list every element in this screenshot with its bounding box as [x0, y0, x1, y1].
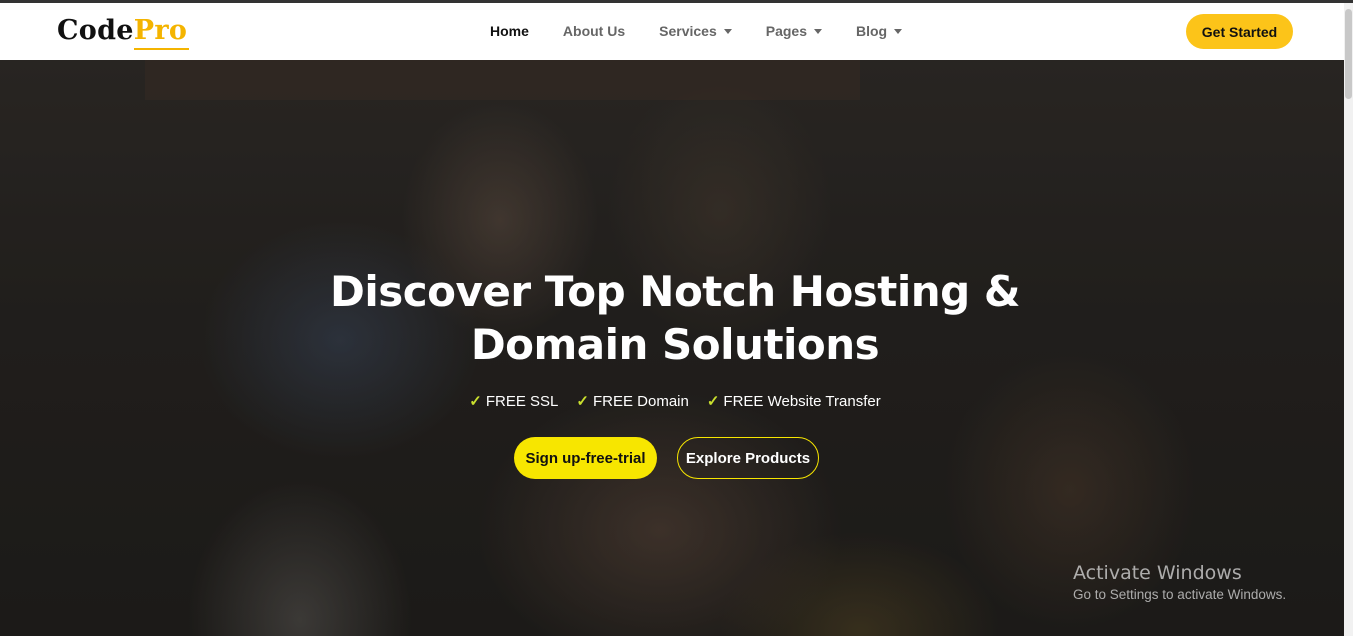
- feature-label: FREE SSL: [485, 392, 559, 410]
- nav-pages-label: Pages: [765, 23, 807, 39]
- explore-products-button[interactable]: Explore Products: [677, 437, 819, 479]
- signup-free-trial-button[interactable]: Sign up-free-trial: [514, 437, 657, 479]
- nav-pages[interactable]: Pages: [766, 23, 822, 39]
- nav-about-us[interactable]: About Us: [563, 23, 625, 39]
- feature-item: ✓ FREE Domain: [576, 392, 689, 411]
- page-scrollbar[interactable]: [1344, 3, 1353, 636]
- feature-item: ✓ FREE Website Transfer: [706, 392, 881, 411]
- windows-activation-watermark: Activate Windows Go to Settings to activ…: [1073, 562, 1286, 602]
- site-header: CodePro Home About Us Services Pages Blo…: [0, 3, 1344, 60]
- nav-home[interactable]: Home: [490, 23, 529, 39]
- get-started-button[interactable]: Get Started: [1186, 14, 1293, 49]
- logo-main: Code: [57, 15, 134, 46]
- scrollbar-thumb[interactable]: [1345, 9, 1352, 99]
- nav-services-label: Services: [659, 23, 717, 39]
- feature-label: FREE Website Transfer: [723, 392, 881, 410]
- logo-accent: Pro: [133, 15, 188, 46]
- hero-title-line1: Discover Top Notch Hosting &: [329, 267, 1021, 316]
- logo[interactable]: CodePro: [57, 15, 187, 46]
- check-icon: ✓: [469, 393, 482, 410]
- chevron-down-icon: [723, 28, 732, 34]
- hero-title-line2: Domain Solutions: [470, 320, 880, 369]
- main-nav: Home About Us Services Pages Blog: [490, 23, 936, 39]
- hero-title: Discover Top Notch Hosting & Domain Solu…: [0, 265, 1344, 371]
- feature-item: ✓ FREE SSL: [469, 392, 559, 411]
- nav-about-us-label: About Us: [562, 23, 626, 39]
- feature-label: FREE Domain: [592, 392, 689, 410]
- nav-blog[interactable]: Blog: [855, 23, 903, 39]
- check-icon: ✓: [576, 393, 589, 410]
- nav-blog-label: Blog: [855, 23, 888, 39]
- chevron-down-icon: [813, 28, 822, 34]
- chevron-down-icon: [894, 28, 903, 34]
- watermark-subtitle: Go to Settings to activate Windows.: [1073, 587, 1287, 602]
- check-icon: ✓: [706, 393, 720, 410]
- nav-services[interactable]: Services: [659, 23, 732, 39]
- hero-section: Discover Top Notch Hosting & Domain Solu…: [0, 60, 1344, 636]
- feature-list: ✓ FREE SSL ✓ FREE Domain ✓ FREE Website …: [0, 392, 1344, 411]
- nav-home-label: Home: [490, 23, 529, 39]
- hero-buttons: Sign up-free-trial Explore Products: [514, 437, 819, 479]
- watermark-title: Activate Windows: [1073, 562, 1242, 584]
